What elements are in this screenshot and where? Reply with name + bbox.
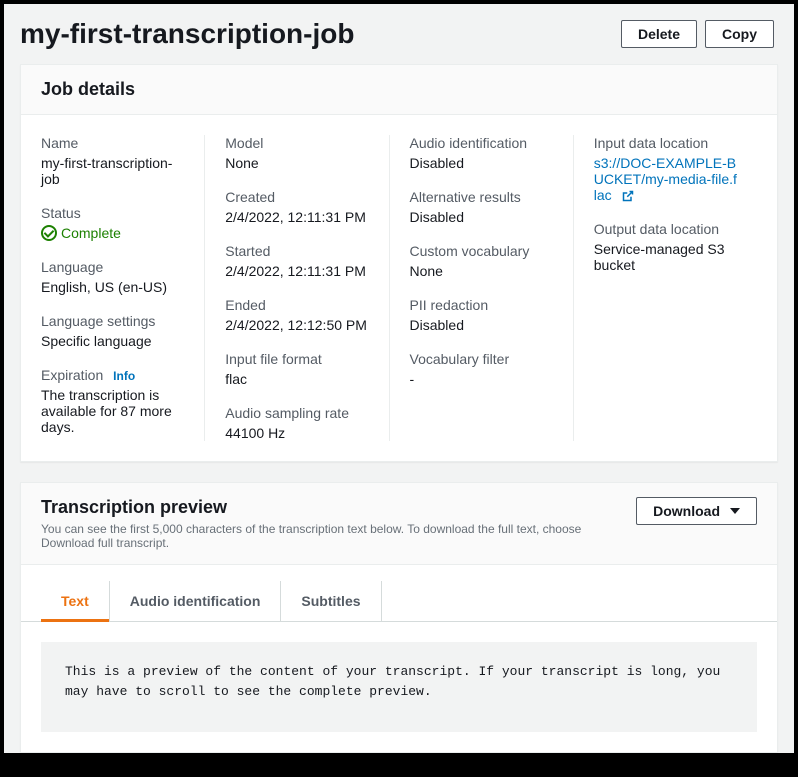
started-label: Started (225, 243, 368, 259)
status-label: Status (41, 205, 184, 221)
page-title: my-first-transcription-job (20, 18, 354, 50)
audio-id-value: Disabled (410, 155, 553, 171)
details-col-4: Input data location s3://DOC-EXAMPLE-BUC… (573, 135, 757, 441)
job-details-title: Job details (41, 79, 757, 100)
ended-value: 2/4/2022, 12:12:50 PM (225, 317, 368, 333)
model-value: None (225, 155, 368, 171)
tab-subtitles[interactable]: Subtitles (281, 581, 381, 621)
chevron-down-icon (730, 508, 740, 514)
expiration-label: Expiration Info (41, 367, 184, 383)
language-settings-label: Language settings (41, 313, 184, 329)
language-settings-value: Specific language (41, 333, 184, 349)
pii-redaction-value: Disabled (410, 317, 553, 333)
transcription-preview-panel: Transcription preview You can see the fi… (20, 482, 778, 753)
info-link[interactable]: Info (113, 369, 135, 383)
custom-vocab-value: None (410, 263, 553, 279)
check-icon (41, 225, 57, 241)
preview-tabs: Text Audio identification Subtitles (21, 581, 777, 622)
custom-vocab-label: Custom vocabulary (410, 243, 553, 259)
ended-label: Ended (225, 297, 368, 313)
name-label: Name (41, 135, 184, 151)
status-value: Complete (41, 225, 184, 241)
header-actions: Delete Copy (621, 20, 774, 48)
status-text: Complete (61, 225, 121, 241)
details-col-2: Model None Created 2/4/2022, 12:11:31 PM… (204, 135, 388, 441)
job-details-header: Job details (21, 65, 777, 115)
created-value: 2/4/2022, 12:11:31 PM (225, 209, 368, 225)
sampling-rate-value: 44100 Hz (225, 425, 368, 441)
model-label: Model (225, 135, 368, 151)
job-details-grid: Name my-first-transcription-job Status C… (21, 115, 777, 461)
output-location-value: Service-managed S3 bucket (594, 241, 737, 273)
tab-text[interactable]: Text (41, 581, 110, 621)
input-location-link[interactable]: s3://DOC-EXAMPLE-BUCKET/my-media-file.fl… (594, 155, 737, 203)
vocab-filter-label: Vocabulary filter (410, 351, 553, 367)
external-link-icon (622, 190, 634, 202)
input-location-value: s3://DOC-EXAMPLE-BUCKET/my-media-file.fl… (594, 155, 737, 203)
preview-header: Transcription preview You can see the fi… (21, 483, 777, 565)
sampling-rate-label: Audio sampling rate (225, 405, 368, 421)
delete-button[interactable]: Delete (621, 20, 697, 48)
language-label: Language (41, 259, 184, 275)
preview-body: This is a preview of the content of your… (21, 622, 777, 752)
preview-title: Transcription preview (41, 497, 636, 518)
details-col-3: Audio identification Disabled Alternativ… (389, 135, 573, 441)
page-header: my-first-transcription-job Delete Copy (4, 4, 794, 64)
preview-subtitle: You can see the first 5,000 characters o… (41, 522, 636, 550)
alt-results-label: Alternative results (410, 189, 553, 205)
job-details-panel: Job details Name my-first-transcription-… (20, 64, 778, 462)
input-format-label: Input file format (225, 351, 368, 367)
pii-redaction-label: PII redaction (410, 297, 553, 313)
details-col-1: Name my-first-transcription-job Status C… (41, 135, 204, 441)
download-button[interactable]: Download (636, 497, 757, 525)
output-location-label: Output data location (594, 221, 737, 237)
download-label: Download (653, 503, 720, 519)
expiration-label-text: Expiration (41, 367, 103, 383)
name-value: my-first-transcription-job (41, 155, 184, 187)
expiration-value: The transcription is available for 87 mo… (41, 387, 184, 435)
preview-text: This is a preview of the content of your… (41, 642, 757, 732)
language-value: English, US (en-US) (41, 279, 184, 295)
created-label: Created (225, 189, 368, 205)
audio-id-label: Audio identification (410, 135, 553, 151)
copy-button[interactable]: Copy (705, 20, 774, 48)
alt-results-value: Disabled (410, 209, 553, 225)
started-value: 2/4/2022, 12:11:31 PM (225, 263, 368, 279)
input-format-value: flac (225, 371, 368, 387)
input-location-label: Input data location (594, 135, 737, 151)
vocab-filter-value: - (410, 371, 553, 387)
tab-audio-identification[interactable]: Audio identification (110, 581, 282, 621)
